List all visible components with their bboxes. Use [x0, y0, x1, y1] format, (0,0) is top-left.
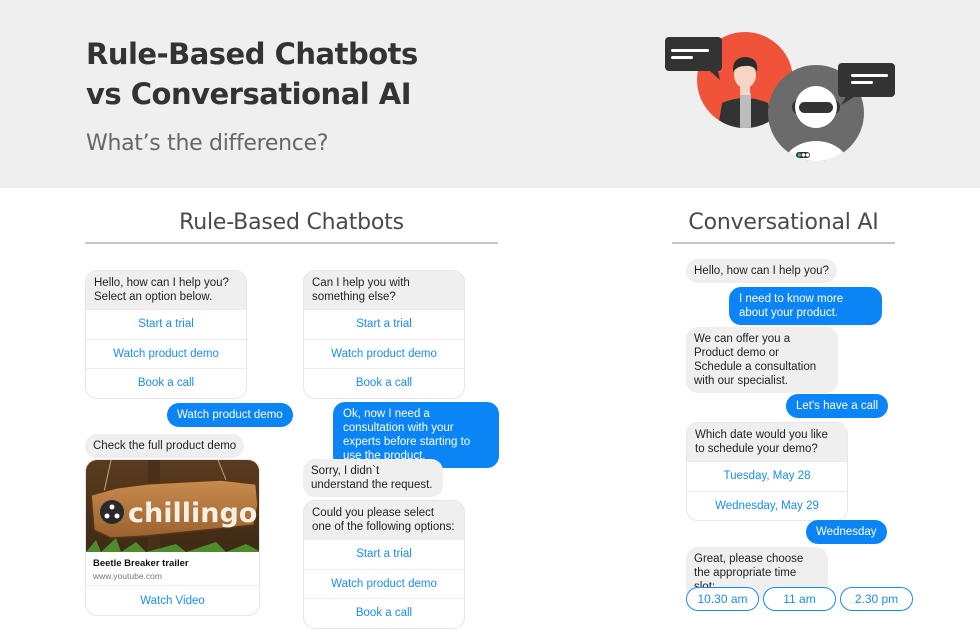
option-book-call[interactable]: Book a call: [304, 368, 464, 398]
date-picker-card: Which date would you like to schedule yo…: [686, 422, 848, 521]
video-preview-card: chillingo Beetle Breaker trailer www.you…: [85, 459, 260, 616]
user-message: I need to know more about your product.: [729, 287, 882, 325]
option-watch-demo[interactable]: Watch product demo: [304, 568, 464, 599]
bot-message: Check the full product demo: [85, 434, 245, 458]
rule-based-divider: [85, 242, 498, 244]
thumbnail-brand-text: chillingo: [128, 498, 257, 529]
page-title: Rule-Based Chatbots vs Conversational AI: [86, 34, 418, 114]
option-menu-card: Hello, how can I help you? Select an opt…: [85, 270, 247, 399]
time-slot-230pm[interactable]: 2.30 pm: [840, 587, 913, 611]
bot-prompt: Hello, how can I help you? Select an opt…: [86, 271, 246, 309]
option-start-trial[interactable]: Start a trial: [86, 309, 246, 339]
user-message: Wednesday: [806, 520, 887, 544]
option-start-trial[interactable]: Start a trial: [304, 309, 464, 339]
chillingo-thumbnail-image: chillingo: [86, 460, 259, 552]
bot-message: Hello, how can I help you?: [686, 259, 837, 283]
page-subtitle: What’s the difference?: [86, 131, 329, 156]
time-slot-11am[interactable]: 11 am: [763, 587, 836, 611]
option-menu-card: Could you please select one of the follo…: [303, 500, 465, 629]
title-line-1: Rule-Based Chatbots: [86, 37, 418, 71]
option-watch-demo[interactable]: Watch product demo: [304, 338, 464, 369]
option-book-call[interactable]: Book a call: [304, 598, 464, 628]
option-wednesday-may-29[interactable]: Wednesday, May 29: [687, 490, 847, 521]
video-url: www.youtube.com: [93, 571, 162, 581]
video-title: Beetle Breaker trailer: [93, 558, 189, 569]
option-tuesday-may-28[interactable]: Tuesday, May 28: [687, 461, 847, 491]
rule-based-heading: Rule-Based Chatbots: [179, 210, 404, 235]
option-start-trial[interactable]: Start a trial: [304, 539, 464, 569]
user-message: Watch product demo: [167, 403, 293, 427]
watch-video-button[interactable]: Watch Video: [86, 585, 259, 615]
bot-prompt: Can I help you with something else?: [304, 271, 464, 309]
bot-error-message: Sorry, I didn`t understand the request.: [303, 459, 443, 497]
bot-prompt: Which date would you like to schedule yo…: [687, 423, 847, 461]
bot-prompt: Could you please select one of the follo…: [304, 501, 464, 539]
video-thumbnail[interactable]: chillingo: [86, 460, 259, 552]
bot-message: We can offer you a Product demo or Sched…: [686, 327, 838, 393]
person-robot-chat-icon: [665, 32, 895, 161]
robot-speech-bubble-icon: [838, 63, 895, 105]
user-message: Let's have a call: [786, 394, 889, 418]
header-banner: Rule-Based Chatbots vs Conversational AI…: [0, 0, 980, 188]
title-line-2: vs Conversational AI: [86, 77, 412, 111]
conversational-heading: Conversational AI: [688, 210, 879, 235]
conversational-divider: [672, 242, 895, 244]
time-slot-1030am[interactable]: 10.30 am: [686, 587, 759, 611]
option-watch-demo[interactable]: Watch product demo: [86, 338, 246, 369]
option-book-call[interactable]: Book a call: [86, 368, 246, 398]
person-speech-bubble-icon: [665, 37, 722, 80]
option-menu-card: Can I help you with something else? Star…: [303, 270, 465, 399]
